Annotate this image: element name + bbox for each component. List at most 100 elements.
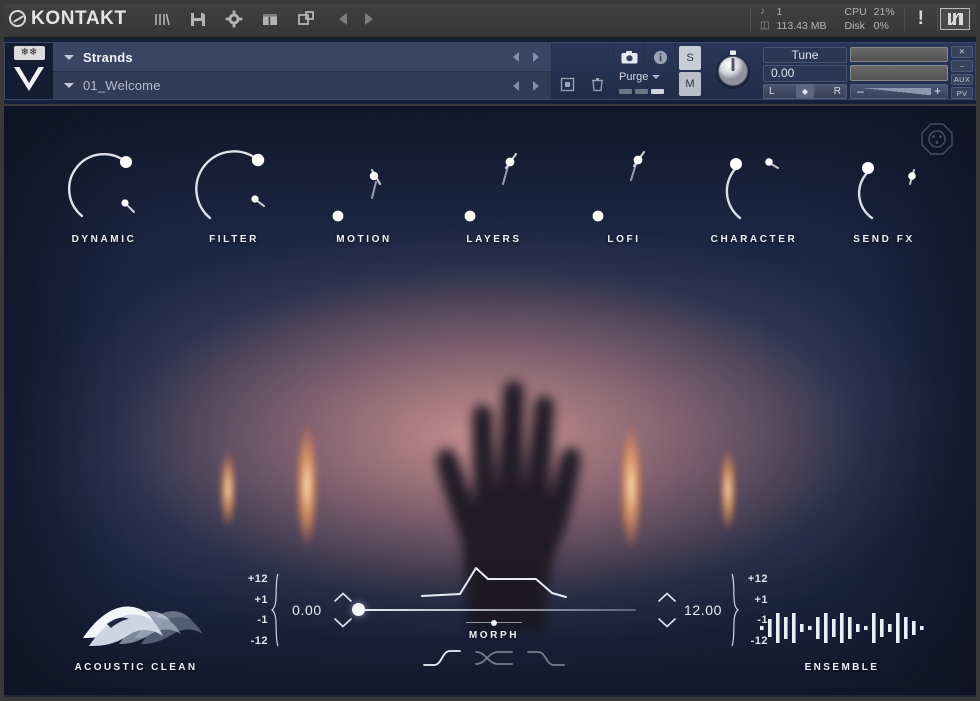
macro-label-send-fx: SEND FX bbox=[830, 234, 938, 245]
morph-center-tick bbox=[352, 619, 636, 627]
source-selector[interactable]: ACOUSTIC CLEAN bbox=[56, 592, 216, 673]
mute-button[interactable]: M bbox=[679, 72, 701, 96]
inverse-s-curve-icon[interactable] bbox=[526, 648, 566, 673]
purge-label: Purge bbox=[619, 71, 648, 83]
macro-lofi[interactable]: LOFI bbox=[570, 120, 678, 245]
settings-gear-icon[interactable] bbox=[223, 8, 245, 30]
status-divider-3 bbox=[937, 7, 938, 31]
memory-meter bbox=[614, 83, 675, 99]
windows-icon[interactable] bbox=[295, 8, 317, 30]
instrument-panel: DYNAMIC FILTER MOTION bbox=[4, 106, 976, 695]
solo-button[interactable]: S bbox=[679, 46, 701, 70]
s-curve-icon[interactable] bbox=[422, 648, 462, 673]
source-step-plus12[interactable]: +12 bbox=[242, 573, 268, 585]
preset-settings-badge-icon[interactable] bbox=[920, 122, 954, 156]
macro-motion[interactable]: MOTION bbox=[310, 120, 418, 245]
source-transpose: +12 +1 -1 -12 0.00 bbox=[242, 573, 352, 647]
snowflakes-icon[interactable]: ❄❄ bbox=[14, 46, 45, 60]
performance-stats: CPU 21% Disk 0% bbox=[835, 5, 903, 33]
toolbar-nav bbox=[339, 13, 373, 25]
ensemble-bars-icon bbox=[758, 605, 926, 651]
pan-left-label: L bbox=[769, 86, 775, 97]
preset-next-icon[interactable] bbox=[533, 81, 539, 91]
crossfade-x-icon[interactable] bbox=[474, 648, 514, 673]
output-meter-left bbox=[850, 47, 948, 62]
macro-label-character: CHARACTER bbox=[700, 234, 808, 245]
volume-plus[interactable]: + bbox=[934, 84, 941, 98]
ensemble-label: ENSEMBLE bbox=[756, 662, 928, 673]
chevron-down-icon[interactable] bbox=[652, 75, 660, 79]
save-preset-icon[interactable] bbox=[552, 71, 582, 99]
memory-bar-2 bbox=[635, 89, 648, 94]
ensemble-transpose-value[interactable]: 12.00 bbox=[679, 602, 727, 618]
macro-label-lofi: LOFI bbox=[570, 234, 678, 245]
volume-slider[interactable]: – + bbox=[850, 84, 948, 99]
info-icon[interactable] bbox=[644, 43, 675, 71]
instrument-next-icon[interactable] bbox=[533, 52, 539, 62]
browser-icon[interactable] bbox=[151, 8, 173, 30]
memory-value: 113.43 MB bbox=[776, 19, 826, 33]
instrument-header-area: ❄❄ Strands 01_W bbox=[0, 38, 980, 104]
kontakt-toolbar: KONTAKT bbox=[0, 0, 980, 38]
tune-value[interactable]: 0.00 bbox=[763, 65, 847, 81]
source-step-plus1[interactable]: +1 bbox=[242, 594, 268, 606]
save-icon[interactable] bbox=[187, 8, 209, 30]
cpu-label: CPU bbox=[844, 5, 866, 19]
morph-handle[interactable] bbox=[352, 603, 365, 616]
morph-slider[interactable] bbox=[352, 602, 636, 618]
warning-icon[interactable]: ! bbox=[905, 8, 937, 30]
ensemble-selector[interactable]: ENSEMBLE bbox=[756, 605, 928, 673]
macro-label-layers: LAYERS bbox=[440, 234, 548, 245]
voices-icon: ♪ bbox=[760, 5, 769, 19]
camera-icon[interactable] bbox=[614, 43, 644, 71]
source-step-minus1[interactable]: -1 bbox=[242, 614, 268, 626]
pan-slider[interactable]: L ◆ R bbox=[763, 84, 847, 100]
purge-menu[interactable]: Purge bbox=[614, 71, 676, 83]
chevron-up-icon bbox=[334, 592, 352, 602]
instrument-expand-icon[interactable] bbox=[64, 55, 74, 60]
v-logo-icon bbox=[12, 64, 46, 99]
preset-name: 01_Welcome bbox=[83, 78, 161, 93]
macro-layers[interactable]: LAYERS bbox=[440, 120, 548, 245]
macro-filter[interactable]: FILTER bbox=[180, 120, 288, 245]
chevron-down-icon bbox=[334, 618, 352, 628]
preset-file-buttons bbox=[551, 43, 613, 99]
ensemble-step-plus1[interactable]: +1 bbox=[742, 594, 768, 606]
nav-prev-icon[interactable] bbox=[339, 13, 347, 25]
ensemble-step-plus12[interactable]: +12 bbox=[742, 573, 768, 585]
minimize-icon[interactable]: – bbox=[951, 60, 973, 72]
layout-icon[interactable] bbox=[259, 8, 281, 30]
engine-stats: ♪ 1 ◫ 113.43 MB bbox=[751, 5, 835, 33]
volume-minus[interactable]: – bbox=[857, 84, 864, 98]
disk-label: Disk bbox=[844, 19, 866, 33]
memory-bar-3 bbox=[651, 89, 664, 94]
memory-icon: ◫ bbox=[760, 19, 769, 33]
macro-dynamic[interactable]: DYNAMIC bbox=[50, 120, 158, 245]
aux-button[interactable]: AUX bbox=[951, 74, 973, 86]
pan-right-label: R bbox=[834, 86, 841, 97]
macro-character[interactable]: CHARACTER bbox=[700, 120, 808, 245]
preset-nav bbox=[513, 81, 551, 91]
ni-logo-icon bbox=[940, 8, 970, 30]
instrument-header: ❄❄ Strands 01_W bbox=[4, 42, 976, 100]
close-icon[interactable]: ✕ bbox=[951, 46, 973, 58]
pan-center-handle[interactable]: ◆ bbox=[796, 84, 814, 98]
delete-icon[interactable] bbox=[583, 71, 613, 99]
nav-next-icon[interactable] bbox=[365, 13, 373, 25]
tune-knob[interactable] bbox=[703, 43, 763, 99]
preset-expand-icon[interactable] bbox=[64, 83, 74, 88]
kontakt-logo-icon bbox=[9, 10, 26, 27]
toolbar-buttons bbox=[151, 8, 317, 30]
pv-button[interactable]: PV bbox=[951, 87, 973, 99]
preset-prev-icon[interactable] bbox=[513, 81, 519, 91]
source-transpose-value[interactable]: 0.00 bbox=[283, 602, 331, 618]
morph-track bbox=[352, 609, 636, 611]
instrument-prev-icon[interactable] bbox=[513, 52, 519, 62]
solo-mute-column: S M bbox=[675, 43, 703, 99]
instrument-name: Strands bbox=[83, 50, 133, 65]
chevron-up-icon bbox=[658, 592, 676, 602]
source-step-minus12[interactable]: -12 bbox=[242, 635, 268, 647]
source-label: ACOUSTIC CLEAN bbox=[56, 662, 216, 673]
macro-label-motion: MOTION bbox=[310, 234, 418, 245]
status-bar: ♪ 1 ◫ 113.43 MB CPU 21% Disk 0% ! bbox=[750, 0, 980, 38]
